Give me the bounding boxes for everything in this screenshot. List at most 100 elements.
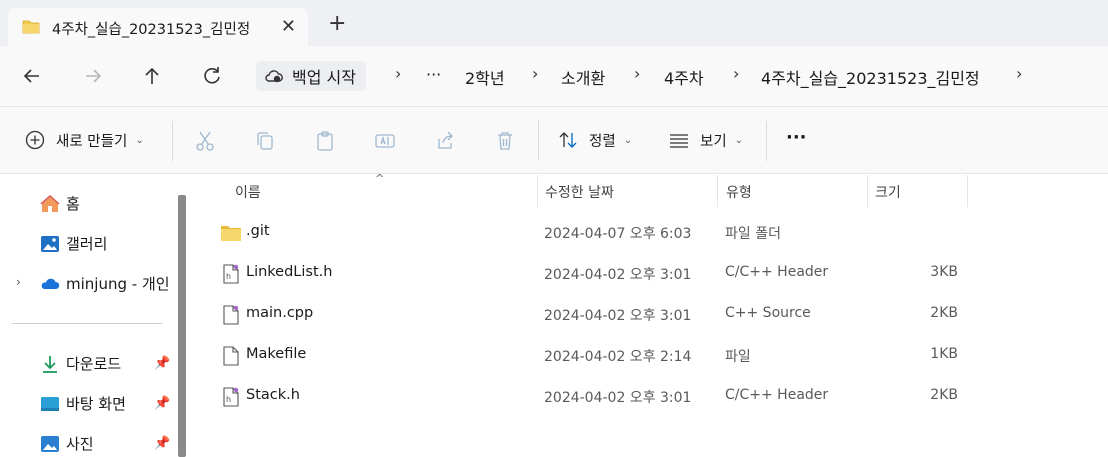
file-name: main.cpp [246, 305, 314, 321]
sidebar-item-pictures[interactable]: 사진 [40, 433, 94, 454]
cpp-file-icon [223, 305, 239, 325]
file-size: 1KB [930, 346, 958, 362]
home-icon [40, 194, 60, 212]
file-modified: 2024-04-07 오후 6:03 [544, 226, 692, 242]
tab-current-folder[interactable]: 4주차_실습_20231523_김민정 ✕ [8, 8, 308, 46]
refresh-icon [204, 67, 220, 84]
file-size: 3KB [930, 264, 958, 280]
new-tab-button[interactable]: + [328, 13, 346, 35]
file-type: C/C++ Header [725, 264, 829, 280]
back-button[interactable] [19, 63, 45, 89]
breadcrumb-overflow[interactable]: ··· [426, 65, 441, 84]
close-tab-icon[interactable]: ✕ [281, 16, 296, 37]
file-size: 2KB [930, 387, 958, 403]
up-arrow-icon [145, 67, 159, 84]
column-divider[interactable] [967, 175, 968, 207]
up-button[interactable] [139, 63, 165, 89]
rename-icon[interactable] [373, 129, 397, 153]
new-button[interactable]: 새로 만들기 ⌄ [24, 129, 144, 151]
sort-ascending-indicator: ^ [375, 172, 385, 185]
column-divider[interactable] [717, 175, 718, 207]
tab-strip: 4주차_실습_20231523_김민정 ✕ + [0, 0, 1108, 46]
cloud-backup-icon [265, 70, 283, 83]
file-modified: 2024-04-02 오후 3:01 [544, 267, 692, 283]
cut-icon[interactable] [193, 129, 217, 153]
sidebar-item-onedrive[interactable]: minjung - 개인 [40, 273, 170, 294]
onedrive-cloud-icon [41, 278, 60, 289]
navigation-bar: 백업 시작 › ··· 2학년 › 소개환 › 4주차 › 4주차_실습_202… [0, 46, 1108, 106]
breadcrumb-separator: › [532, 64, 539, 83]
file-name: Stack.h [246, 387, 300, 403]
header-file-icon: h [223, 387, 239, 407]
chevron-down-icon: ⌄ [135, 134, 144, 146]
column-divider[interactable] [867, 175, 868, 207]
sidebar-item-downloads[interactable]: 다운로드 [40, 353, 121, 374]
sort-label: 정렬 [589, 133, 616, 150]
pin-icon[interactable]: 📌 [154, 396, 170, 411]
sidebar-item-gallery[interactable]: 갤러리 [40, 233, 107, 254]
forward-button[interactable] [80, 63, 106, 89]
file-name: Makefile [246, 346, 307, 362]
plus-circle-icon [25, 130, 45, 150]
breadcrumb-week4[interactable]: 4주차 [664, 65, 704, 89]
breadcrumb-current-folder[interactable]: 4주차_실습_20231523_김민정 [761, 65, 980, 89]
breadcrumb-2nd-year[interactable]: 2학년 [465, 65, 505, 89]
file-row[interactable]: main.cpp 2024-04-02 오후 3:01 C++ Source 2… [192, 295, 1108, 335]
file-row[interactable]: h Stack.h 2024-04-02 오후 3:01 C/C++ Heade… [192, 377, 1108, 417]
file-modified: 2024-04-02 오후 3:01 [544, 390, 692, 406]
sidebar-item-label: 바탕 화면 [66, 395, 126, 413]
column-divider[interactable] [537, 175, 538, 207]
column-header-modified[interactable]: 수정한 날짜 [545, 175, 614, 207]
paste-icon[interactable] [313, 129, 337, 153]
column-header-size[interactable]: 크기 [875, 175, 901, 207]
file-row[interactable]: Makefile 2024-04-02 오후 2:14 파일 1KB [192, 336, 1108, 376]
sidebar-item-desktop[interactable]: 바탕 화면 [40, 393, 126, 414]
view-button[interactable]: 보기 ⌄ [668, 129, 743, 151]
backup-button[interactable]: 백업 시작 [256, 61, 366, 91]
more-options-button[interactable]: ··· [786, 127, 807, 148]
tab-title: 4주차_실습_20231523_김민정 [52, 22, 251, 38]
svg-text:h: h [226, 272, 231, 281]
sort-arrows-icon [559, 132, 577, 148]
file-row[interactable]: .git 2024-04-07 오후 6:03 파일 폴더 [192, 213, 1108, 253]
sidebar-item-home[interactable]: 홈 [40, 193, 80, 214]
file-type: C/C++ Header [725, 387, 829, 403]
file-row[interactable]: h LinkedList.h 2024-04-02 오후 3:01 C/C++ … [192, 254, 1108, 294]
chevron-down-icon: ⌄ [734, 134, 744, 146]
view-list-icon [670, 134, 688, 148]
file-type: 파일 [725, 349, 751, 365]
address-bar[interactable]: 백업 시작 › ··· 2학년 › 소개환 › 4주차 › 4주차_실습_202… [252, 57, 1108, 97]
sidebar-scrollbar[interactable] [178, 195, 186, 457]
pictures-icon [41, 435, 59, 452]
file-type: 파일 폴더 [725, 226, 781, 242]
share-icon[interactable] [433, 129, 457, 153]
pin-icon[interactable]: 📌 [154, 436, 170, 451]
sidebar-item-label: 다운로드 [66, 355, 122, 373]
file-icon [223, 346, 239, 366]
pin-icon[interactable]: 📌 [154, 356, 170, 371]
gallery-icon [41, 235, 59, 252]
copy-icon[interactable] [253, 129, 277, 153]
delete-icon[interactable] [493, 129, 517, 153]
sidebar-item-label: minjung - 개인 [66, 275, 170, 293]
view-label: 보기 [700, 133, 727, 150]
toolbar-divider [172, 121, 173, 161]
chevron-right-icon[interactable]: › [16, 275, 21, 289]
file-type: C++ Source [725, 305, 811, 321]
sort-button[interactable]: 정렬 ⌄ [557, 129, 632, 151]
file-modified: 2024-04-02 오후 2:14 [544, 349, 692, 365]
back-arrow-icon [23, 69, 39, 83]
sidebar-divider [12, 323, 162, 324]
refresh-button[interactable] [199, 63, 225, 89]
column-header-type[interactable]: 유형 [726, 175, 752, 207]
forward-arrow-icon [86, 69, 102, 83]
breadcrumb-separator: › [634, 64, 641, 83]
new-button-label: 새로 만들기 [56, 133, 128, 150]
sidebar-item-label: 갤러리 [66, 235, 108, 253]
breadcrumb-course[interactable]: 소개환 [561, 65, 605, 89]
file-name: .git [246, 223, 270, 239]
download-icon [43, 355, 57, 373]
file-list: ^ 이름 수정한 날짜 유형 크기 .git 2024-04-07 오후 6:0… [192, 172, 1108, 457]
svg-text:h: h [226, 395, 231, 404]
column-header-name[interactable]: 이름 [235, 175, 261, 207]
